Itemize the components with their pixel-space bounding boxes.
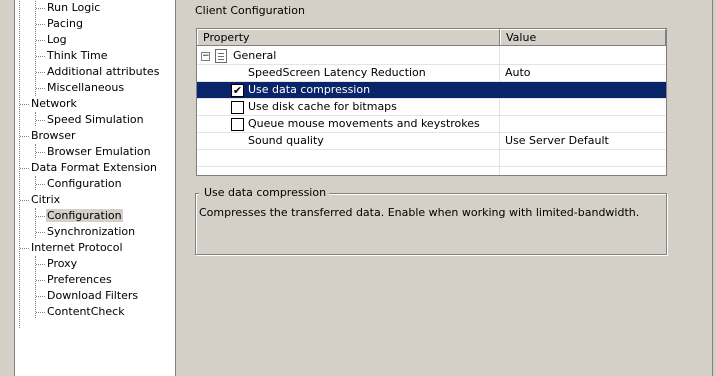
property-label: Use data compression: [248, 83, 371, 96]
tree-item-synchronization[interactable]: Synchronization: [47, 224, 135, 240]
tree-branch: [36, 312, 45, 313]
tree-branch: [36, 40, 45, 41]
checkbox-checked[interactable]: ✔: [231, 84, 244, 97]
tree-branch: [36, 88, 45, 89]
tree-connector: [19, 0, 20, 328]
tree-item-citrix-configuration[interactable]: Configuration: [46, 208, 123, 224]
property-label: Queue mouse movements and keystrokes: [248, 117, 480, 130]
tree-branch: [20, 104, 29, 105]
group-label: General: [233, 49, 277, 62]
grid-header: Property Value: [197, 29, 666, 46]
tree-item-internet-protocol[interactable]: Internet Protocol: [31, 240, 123, 256]
tree-branch: [20, 248, 29, 249]
tree-branch: [36, 232, 45, 233]
tree-branch: [36, 216, 45, 217]
tree-item-think-time[interactable]: Think Time: [47, 48, 108, 64]
property-label: Use disk cache for bitmaps: [248, 100, 397, 113]
window-edge: [712, 0, 716, 376]
tree-item-network[interactable]: Network: [31, 96, 77, 112]
column-header-property[interactable]: Property: [197, 29, 500, 45]
column-header-value[interactable]: Value: [500, 29, 666, 45]
tree-item-log[interactable]: Log: [47, 32, 67, 48]
collapse-icon[interactable]: −: [201, 52, 210, 61]
property-value[interactable]: [500, 99, 505, 115]
tree-connector: [35, 144, 36, 158]
property-label: Sound quality: [248, 134, 324, 147]
tree-connector: [35, 176, 36, 190]
page-icon: [215, 49, 227, 63]
tree-item-run-logic[interactable]: Run Logic: [47, 0, 100, 16]
checkbox[interactable]: [231, 118, 244, 131]
description-title: Use data compression: [199, 186, 330, 200]
tree-item-browser[interactable]: Browser: [31, 128, 76, 144]
tree-branch: [36, 296, 45, 297]
panel-title: Client Configuration: [195, 4, 305, 17]
tree-branch: [36, 280, 45, 281]
tree-item-download-filters[interactable]: Download Filters: [47, 288, 138, 304]
group-row-general[interactable]: − General: [197, 48, 666, 65]
property-row[interactable]: Sound quality Use Server Default: [197, 133, 666, 150]
property-value[interactable]: [500, 116, 505, 132]
tree-branch: [36, 56, 45, 57]
property-row[interactable]: Queue mouse movements and keystrokes: [197, 116, 666, 133]
property-value[interactable]: [500, 82, 505, 98]
settings-tree[interactable]: Run Logic Pacing Log Think Time Addition…: [14, 0, 176, 376]
tree-item-speed-simulation[interactable]: Speed Simulation: [47, 112, 144, 128]
tree-branch: [36, 8, 45, 9]
tree-connector: [35, 208, 36, 238]
property-row[interactable]: Use disk cache for bitmaps: [197, 99, 666, 116]
tree-branch: [20, 200, 29, 201]
property-value[interactable]: Auto: [500, 65, 531, 81]
tree-branch: [36, 152, 45, 153]
tree-item-proxy[interactable]: Proxy: [47, 256, 77, 272]
tree-item-citrix[interactable]: Citrix: [31, 192, 60, 208]
empty-row: [197, 150, 666, 167]
property-row-selected[interactable]: ✔ Use data compression: [197, 82, 666, 99]
tree-item-browser-emulation[interactable]: Browser Emulation: [47, 144, 151, 160]
property-row[interactable]: SpeedScreen Latency Reduction Auto: [197, 65, 666, 82]
tree-branch: [20, 168, 29, 169]
tree-item-data-format-extension[interactable]: Data Format Extension: [31, 160, 157, 176]
tree-item-dfe-configuration[interactable]: Configuration: [47, 176, 122, 192]
description-box: [195, 193, 667, 255]
tree-item-pacing[interactable]: Pacing: [47, 16, 83, 32]
tree-branch: [36, 24, 45, 25]
tree-item-preferences[interactable]: Preferences: [47, 272, 112, 288]
tree-branch: [36, 120, 45, 121]
tree-item-miscellaneous[interactable]: Miscellaneous: [47, 80, 124, 96]
tree-branch: [36, 72, 45, 73]
tree-connector: [35, 112, 36, 126]
tree-connector: [35, 0, 36, 96]
property-grid[interactable]: Property Value − General SpeedScreen Lat…: [196, 28, 667, 176]
description-text: Compresses the transferred data. Enable …: [199, 206, 640, 219]
tree-connector: [35, 256, 36, 318]
property-label: SpeedScreen Latency Reduction: [248, 66, 426, 79]
tree-item-contentcheck[interactable]: ContentCheck: [47, 304, 125, 320]
tree-branch: [20, 136, 29, 137]
tree-branch: [36, 184, 45, 185]
tree-branch: [36, 264, 45, 265]
checkbox[interactable]: [231, 101, 244, 114]
tree-item-additional-attributes[interactable]: Additional attributes: [47, 64, 159, 80]
property-value[interactable]: Use Server Default: [500, 133, 609, 149]
